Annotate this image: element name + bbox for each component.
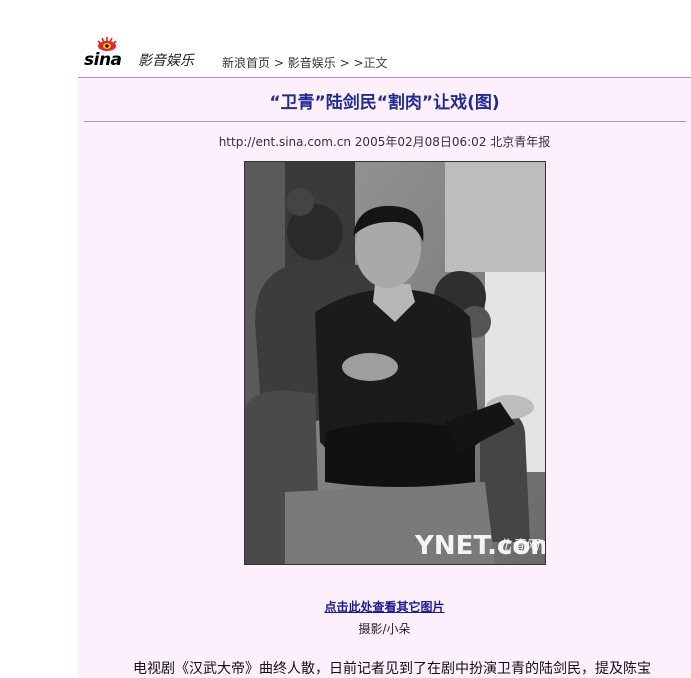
sina-logo[interactable]: sina xyxy=(84,36,130,72)
article-title: “卫青”陆剑民“割肉”让戏(图) xyxy=(269,93,500,113)
title-divider xyxy=(84,121,686,122)
breadcrumb-channel[interactable]: 影音娱乐 xyxy=(288,56,336,70)
article-paragraph: 电视剧《汉武大帝》曲终人散，日前记者见到了在剧中扮演卫青的陆剑民，提及陈宝 xyxy=(133,661,651,677)
site-header: sina 影音娱乐 新浪首页 > 影音娱乐 > >正文 xyxy=(84,36,684,76)
logo-text: sina xyxy=(84,50,122,70)
photo-watermark-cn: 北青网 xyxy=(497,538,541,554)
article-panel: “卫青”陆剑民“割肉”让戏(图) http://ent.sina.com.cn … xyxy=(78,77,691,678)
breadcrumb-separator: > xyxy=(273,56,284,70)
photo-image: YNET.com 北青网 xyxy=(245,162,545,564)
channel-name: 影音娱乐 xyxy=(138,53,194,69)
more-pictures-link[interactable]: 点击此处查看其它图片 xyxy=(78,598,691,615)
breadcrumb-current: 正文 xyxy=(363,56,388,70)
article-meta: http://ent.sina.com.cn 2005年02月08日06:02 … xyxy=(218,135,551,149)
breadcrumb: 新浪首页 > 影音娱乐 > >正文 xyxy=(222,54,388,71)
breadcrumb-separator: > xyxy=(353,56,364,70)
photo-credit: 摄影/小朵 xyxy=(358,622,411,636)
breadcrumb-separator: > xyxy=(339,56,350,70)
breadcrumb-home[interactable]: 新浪首页 xyxy=(222,56,270,70)
article-photo: YNET.com 北青网 xyxy=(244,161,546,565)
